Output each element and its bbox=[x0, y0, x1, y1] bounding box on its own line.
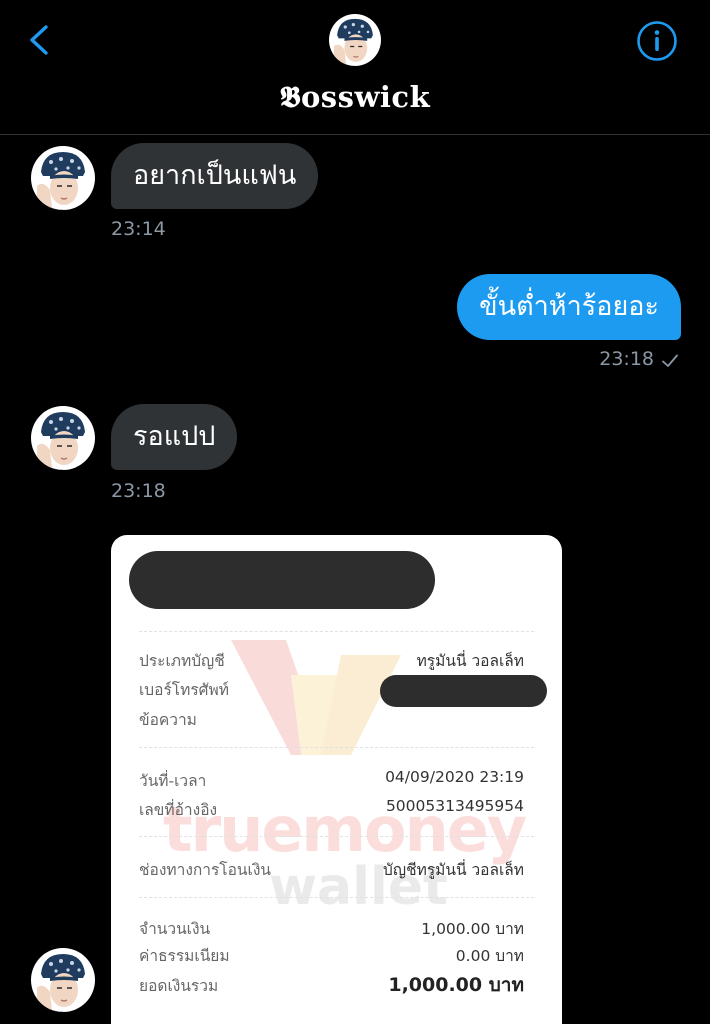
message-timestamp: 23:18 bbox=[111, 480, 166, 502]
message-bubble-incoming[interactable]: อยากเป็นแฟน bbox=[111, 143, 319, 209]
receipt-label: เลขที่อ้างอิง bbox=[139, 801, 218, 819]
sender-avatar[interactable] bbox=[31, 948, 95, 1012]
sender-avatar[interactable] bbox=[31, 146, 95, 210]
truemoney-logo-watermark bbox=[231, 640, 401, 755]
redacted-recipient-name bbox=[129, 551, 435, 609]
receipt-label: ประเภทบัญชี bbox=[139, 652, 225, 670]
message-timestamp: 23:18 bbox=[599, 348, 654, 370]
receipt-reference-number: 50005313495954 bbox=[385, 797, 524, 815]
message-bubble-incoming[interactable]: รอแปป bbox=[111, 404, 238, 470]
check-icon bbox=[662, 354, 678, 367]
receipt-total: 1,000.00 บาท bbox=[388, 974, 524, 996]
conversation-title[interactable]: 𝕭osswick bbox=[0, 80, 710, 115]
receipt-label: ค่าธรรมเนียม bbox=[139, 947, 230, 965]
receipt-label: เบอร์โทรศัพท์ bbox=[139, 681, 229, 699]
conversation-header: 𝕭osswick bbox=[0, 0, 710, 135]
divider bbox=[139, 631, 534, 632]
chevron-left-icon[interactable] bbox=[22, 22, 58, 58]
receipt-label: ข้อความ bbox=[139, 711, 197, 729]
divider bbox=[139, 897, 534, 898]
receipt-value: บัญชีทรูมันนี่ วอลเล็ท bbox=[383, 861, 524, 879]
receipt-label: วันที่-เวลา bbox=[139, 772, 207, 790]
receipt-fee: 0.00 บาท bbox=[455, 947, 524, 965]
message-bubble-outgoing[interactable]: ขั้นต่ำห้าร้อยอะ bbox=[457, 274, 681, 340]
sender-avatar[interactable] bbox=[31, 406, 95, 470]
message-timestamp: 23:14 bbox=[111, 218, 166, 240]
transfer-receipt-image[interactable]: truemoney wallet ประเภทบัญชี ทรูมันนี่ ว… bbox=[111, 535, 562, 1024]
redacted-phone-number bbox=[380, 675, 547, 707]
header-avatar[interactable] bbox=[329, 14, 381, 66]
info-circle-icon[interactable] bbox=[636, 20, 678, 62]
divider bbox=[139, 747, 534, 748]
receipt-amount: 1,000.00 บาท bbox=[421, 920, 524, 938]
receipt-label: ยอดเงินรวม bbox=[139, 977, 219, 995]
receipt-value: 04/09/2020 23:19 bbox=[385, 768, 524, 786]
divider bbox=[139, 836, 534, 837]
receipt-label: ช่องทางการโอนเงิน bbox=[139, 861, 271, 879]
receipt-label: จำนวนเงิน bbox=[139, 920, 211, 938]
receipt-value: ทรูมันนี่ วอลเล็ท bbox=[416, 652, 524, 670]
